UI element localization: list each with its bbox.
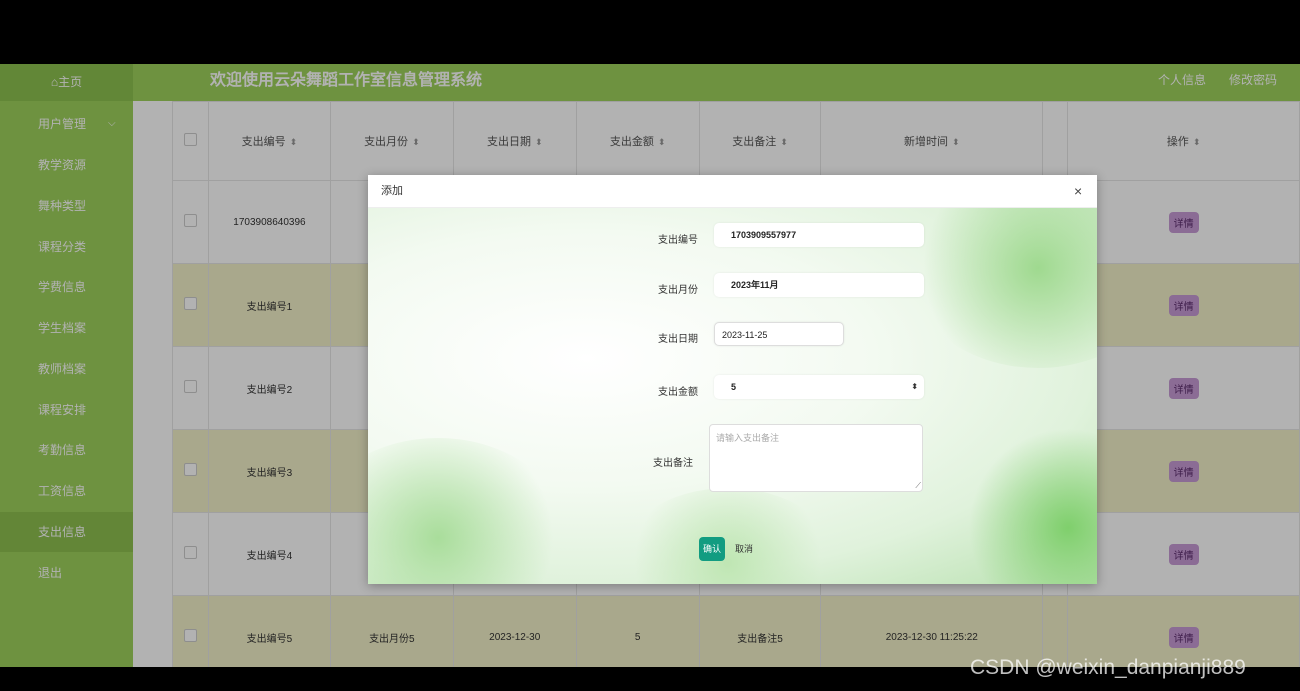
close-icon[interactable]: × [1074,175,1082,208]
confirm-button[interactable]: 确认 [699,537,725,561]
expense-date-label: 支出日期 [658,334,698,345]
expense-no-input[interactable]: 1703909557977 [714,223,924,247]
background-decoration [968,428,1097,584]
expense-note-label: 支出备注 [653,458,693,469]
expense-month-input[interactable]: 2023年11月 [714,273,924,297]
expense-amount-input[interactable]: 5 ⬍ [714,375,924,399]
cancel-button[interactable]: 取消 [735,537,753,561]
expense-date-picker[interactable]: 2023-11-25 [714,322,844,346]
background-decoration [368,438,568,584]
watermark: CSDN @weixin_danpianji889 [970,656,1246,679]
expense-note-textarea[interactable]: 请输入支出备注 ⟋ [709,424,923,492]
background-decoration [908,208,1097,368]
expense-month-label: 支出月份 [658,285,698,296]
dialog-body: 支出编号 1703909557977 支出月份 2023年11月 支出日期 20… [368,208,1097,584]
expense-amount-label: 支出金额 [658,387,698,398]
background-decoration [618,488,838,584]
expense-no-label: 支出编号 [658,235,698,246]
add-dialog: 添加 × 支出编号 1703909557977 支出月份 2023年11月 支出… [368,175,1097,584]
resize-handle-icon[interactable]: ⟋ [915,481,921,491]
app-frame: ⌂主页 欢迎使用云朵舞蹈工作室信息管理系统 个人信息 修改密码 用户管理 ⌵ 教… [0,64,1300,667]
number-spinner-icon[interactable]: ⬍ [911,375,918,399]
dialog-title: 添加 [368,175,1097,208]
